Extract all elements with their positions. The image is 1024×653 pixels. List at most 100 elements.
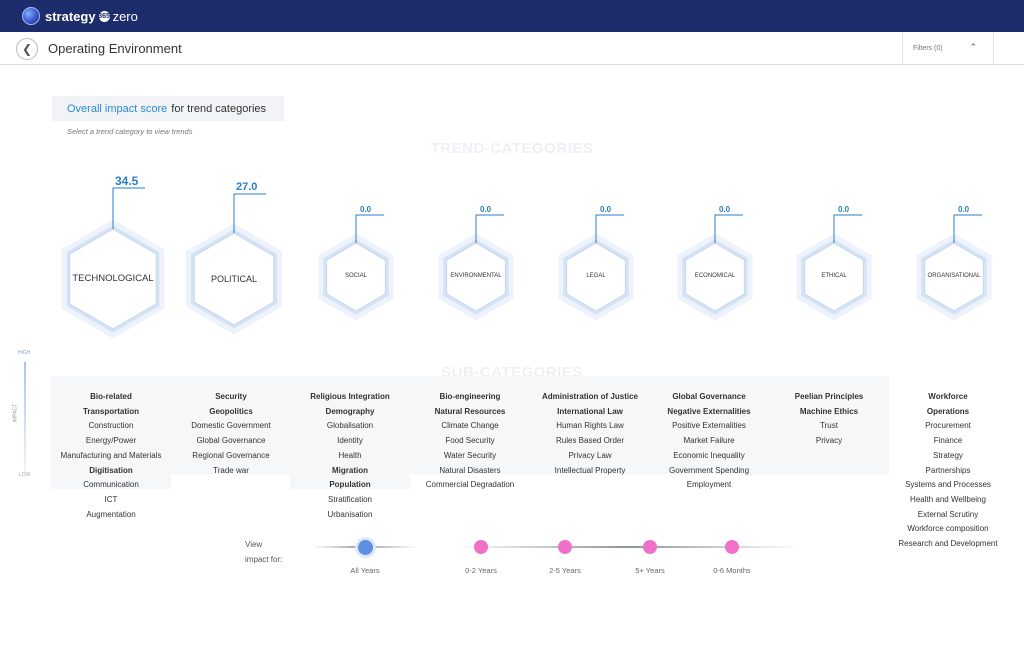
- sub-category-item[interactable]: Climate Change: [410, 419, 530, 434]
- sub-category-item[interactable]: Administration of Justice: [530, 390, 650, 405]
- sub-category-item[interactable]: Finance: [888, 434, 1008, 449]
- back-button[interactable]: ❮: [16, 38, 38, 60]
- sub-category-item[interactable]: Partnerships: [888, 464, 1008, 479]
- sub-category-item[interactable]: Global Governance: [171, 434, 291, 449]
- trend-label: ETHICAL: [821, 273, 847, 279]
- sub-category-item[interactable]: Bio-engineering: [410, 390, 530, 405]
- sub-category-item[interactable]: Migration: [290, 464, 410, 479]
- logo-badge: 365: [98, 10, 110, 22]
- time-range-option-dot[interactable]: [643, 540, 657, 554]
- sub-category-item[interactable]: Geopolitics: [171, 405, 291, 420]
- time-range-option-label[interactable]: 5+ Years: [610, 566, 690, 575]
- time-range-option-label[interactable]: 2-5 Years: [525, 566, 605, 575]
- sub-category-item[interactable]: Economic Inequality: [649, 449, 769, 464]
- hexagon-icon: [438, 214, 514, 321]
- sub-category-item[interactable]: Trade war: [171, 464, 291, 479]
- impact-low-label: LOW: [19, 472, 31, 478]
- sub-category-item[interactable]: ICT: [51, 493, 171, 508]
- sub-category-item[interactable]: Workforce composition: [888, 522, 1008, 537]
- sub-category-item[interactable]: Privacy: [769, 434, 889, 449]
- sub-category-item[interactable]: Global Governance: [649, 390, 769, 405]
- time-range-option-label[interactable]: 0-2 Years: [441, 566, 521, 575]
- sub-category-column: Global Governance Negative Externalities P…: [649, 376, 769, 493]
- time-range-option-dot[interactable]: [357, 539, 373, 555]
- trend-category-political[interactable]: 27.0 POLITICAL: [178, 181, 290, 339]
- impact-gradient-bar: [24, 362, 26, 472]
- sub-category-item[interactable]: Procurement: [888, 419, 1008, 434]
- trend-label: ENVIRONMENTAL: [450, 273, 502, 279]
- sub-category-item[interactable]: Strategy: [888, 449, 1008, 464]
- sub-category-item[interactable]: Negative Externalities: [649, 405, 769, 420]
- view-impact-label-line1: View: [245, 540, 263, 549]
- trend-score: 0.0: [600, 205, 612, 214]
- trend-category-technological[interactable]: 34.5 TECHNOLOGICAL: [53, 174, 173, 343]
- sub-category-column: Bio-related Transportation Construction Ene…: [51, 376, 171, 523]
- sub-category-item[interactable]: Peelian Principles: [769, 390, 889, 405]
- chevron-up-icon: ⌃: [969, 42, 977, 52]
- sub-category-item[interactable]: Domestic Government: [171, 419, 291, 434]
- impact-axis-label: IMPACT: [12, 403, 19, 423]
- trend-category-ethical[interactable]: 0.0 ETHICAL: [790, 205, 878, 325]
- sub-category-item[interactable]: Bio-related: [51, 390, 171, 405]
- trend-category-legal[interactable]: 0.0 LEGAL: [552, 205, 640, 325]
- sub-category-item[interactable]: Privacy Law: [530, 449, 650, 464]
- sub-category-item[interactable]: Employment: [649, 478, 769, 493]
- trend-score: 27.0: [236, 181, 258, 193]
- sub-category-item[interactable]: Research and Development: [888, 537, 1008, 552]
- trend-category-organisational[interactable]: 0.0 ORGANISATIONAL: [910, 205, 998, 325]
- time-range-option-dot[interactable]: [558, 540, 572, 554]
- sub-category-item[interactable]: Population: [290, 478, 410, 493]
- sub-category-item[interactable]: Government Spending: [649, 464, 769, 479]
- sub-category-item[interactable]: Market Failure: [649, 434, 769, 449]
- sub-category-item[interactable]: Water Security: [410, 449, 530, 464]
- sub-category-item[interactable]: Augmentation: [51, 508, 171, 523]
- page-header: ❮ Operating Environment Filters (0) ⌃: [0, 32, 1024, 65]
- trend-category-environmental[interactable]: 0.0 ENVIRONMENTAL: [432, 205, 520, 325]
- sub-category-item[interactable]: Health: [290, 449, 410, 464]
- trend-category-social[interactable]: 0.0 SOCIAL: [312, 205, 400, 325]
- filters-toggle[interactable]: Filters (0) ⌃: [902, 32, 994, 65]
- sub-category-item[interactable]: Health and Wellbeing: [888, 493, 1008, 508]
- sub-category-item[interactable]: Rules Based Order: [530, 434, 650, 449]
- sub-category-item[interactable]: Identity: [290, 434, 410, 449]
- impact-high-label: HIGH: [18, 350, 31, 356]
- overall-score-heading: Overall impact score for trend categorie…: [52, 96, 284, 121]
- sub-category-item[interactable]: Intellectual Property: [530, 464, 650, 479]
- trend-label: POLITICAL: [210, 273, 257, 284]
- sub-category-item[interactable]: Workforce: [888, 390, 1008, 405]
- time-range-option-label[interactable]: All Years: [325, 566, 405, 575]
- sub-category-item[interactable]: Manufacturing and Materials: [51, 449, 171, 464]
- time-range-option-dot[interactable]: [725, 540, 739, 554]
- time-range-option-label[interactable]: 0-6 Months: [692, 566, 772, 575]
- sub-category-item[interactable]: Globalisation: [290, 419, 410, 434]
- sub-category-item[interactable]: Energy/Power: [51, 434, 171, 449]
- time-range-option-dot[interactable]: [474, 540, 488, 554]
- sub-category-item[interactable]: Natural Disasters: [410, 464, 530, 479]
- sub-category-item[interactable]: Positive Externalities: [649, 419, 769, 434]
- sub-category-item[interactable]: Construction: [51, 419, 171, 434]
- sub-category-item[interactable]: Communication: [51, 478, 171, 493]
- sub-category-item[interactable]: Regional Governance: [171, 449, 291, 464]
- trend-category-economical[interactable]: 0.0 ECONOMICAL: [671, 205, 759, 325]
- sub-category-item[interactable]: Security: [171, 390, 291, 405]
- view-impact-label: View impact for:: [245, 537, 282, 567]
- sub-category-item[interactable]: Food Security: [410, 434, 530, 449]
- sub-category-item[interactable]: Machine Ethics: [769, 405, 889, 420]
- sub-category-item[interactable]: Stratification: [290, 493, 410, 508]
- sub-category-item[interactable]: Human Rights Law: [530, 419, 650, 434]
- sub-category-item[interactable]: Operations: [888, 405, 1008, 420]
- sub-category-item[interactable]: Urbanisation: [290, 508, 410, 523]
- sub-category-item[interactable]: Commercial Degradation: [410, 478, 530, 493]
- sub-category-item[interactable]: Religious Integration: [290, 390, 410, 405]
- sub-category-item[interactable]: Trust: [769, 419, 889, 434]
- sub-category-item[interactable]: Systems and Processes: [888, 478, 1008, 493]
- sub-category-item[interactable]: Transportation: [51, 405, 171, 420]
- sub-category-item[interactable]: External Scrutiny: [888, 508, 1008, 523]
- sub-category-item[interactable]: Natural Resources: [410, 405, 530, 420]
- sub-category-item[interactable]: Demography: [290, 405, 410, 420]
- sub-category-item[interactable]: International Law: [530, 405, 650, 420]
- hexagon-icon: [558, 214, 634, 321]
- filters-label: Filters (0): [913, 45, 943, 52]
- trend-score: 0.0: [838, 205, 850, 214]
- sub-category-item[interactable]: Digitisation: [51, 464, 171, 479]
